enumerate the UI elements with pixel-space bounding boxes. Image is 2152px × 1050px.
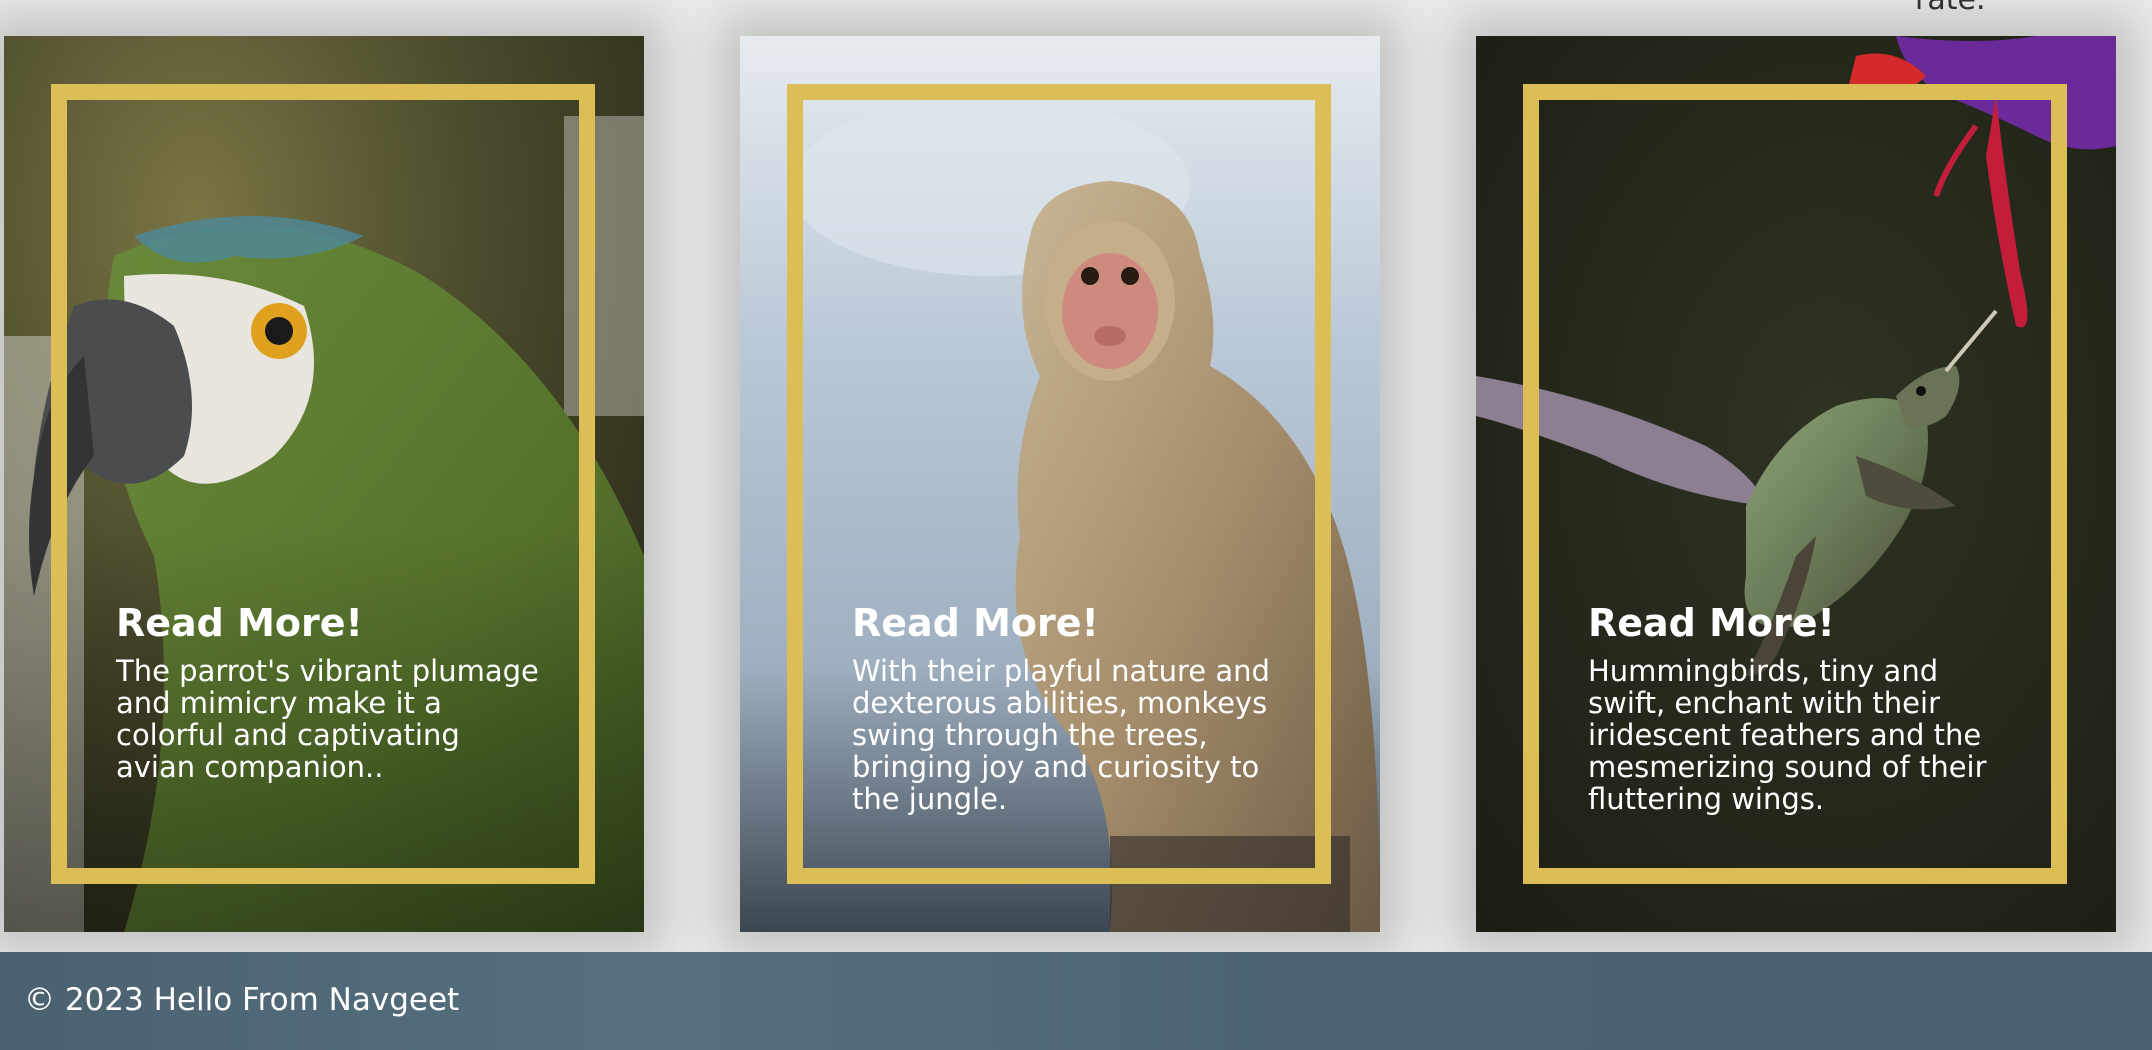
read-more-heading[interactable]: Read More! bbox=[852, 601, 1282, 647]
card-text: Read More! The parrot's vibrant plumage … bbox=[116, 601, 546, 783]
card-monkey[interactable]: Read More! With their playful nature and… bbox=[740, 36, 1380, 932]
footer: © 2023 Hello From Navgeet bbox=[0, 952, 2152, 1050]
card-description: The parrot's vibrant plumage and mimicry… bbox=[116, 653, 539, 784]
card-parrot[interactable]: Read More! The parrot's vibrant plumage … bbox=[4, 36, 644, 932]
read-more-heading[interactable]: Read More! bbox=[1588, 601, 2018, 647]
card-description: With their playful nature and dexterous … bbox=[852, 653, 1270, 816]
cards-row: Read More! The parrot's vibrant plumage … bbox=[0, 36, 2152, 932]
card-description: Hummingbirds, tiny and swift, enchant wi… bbox=[1588, 653, 1987, 816]
card-hummingbird[interactable]: Read More! Hummingbirds, tiny and swift,… bbox=[1476, 36, 2116, 932]
read-more-heading[interactable]: Read More! bbox=[116, 601, 546, 647]
card-text: Read More! With their playful nature and… bbox=[852, 601, 1282, 815]
page: rate. bbox=[0, 0, 2152, 1050]
card-text: Read More! Hummingbirds, tiny and swift,… bbox=[1588, 601, 2018, 815]
cut-off-text: rate. bbox=[1915, 0, 1985, 17]
copyright-text: © 2023 Hello From Navgeet bbox=[24, 982, 460, 1018]
